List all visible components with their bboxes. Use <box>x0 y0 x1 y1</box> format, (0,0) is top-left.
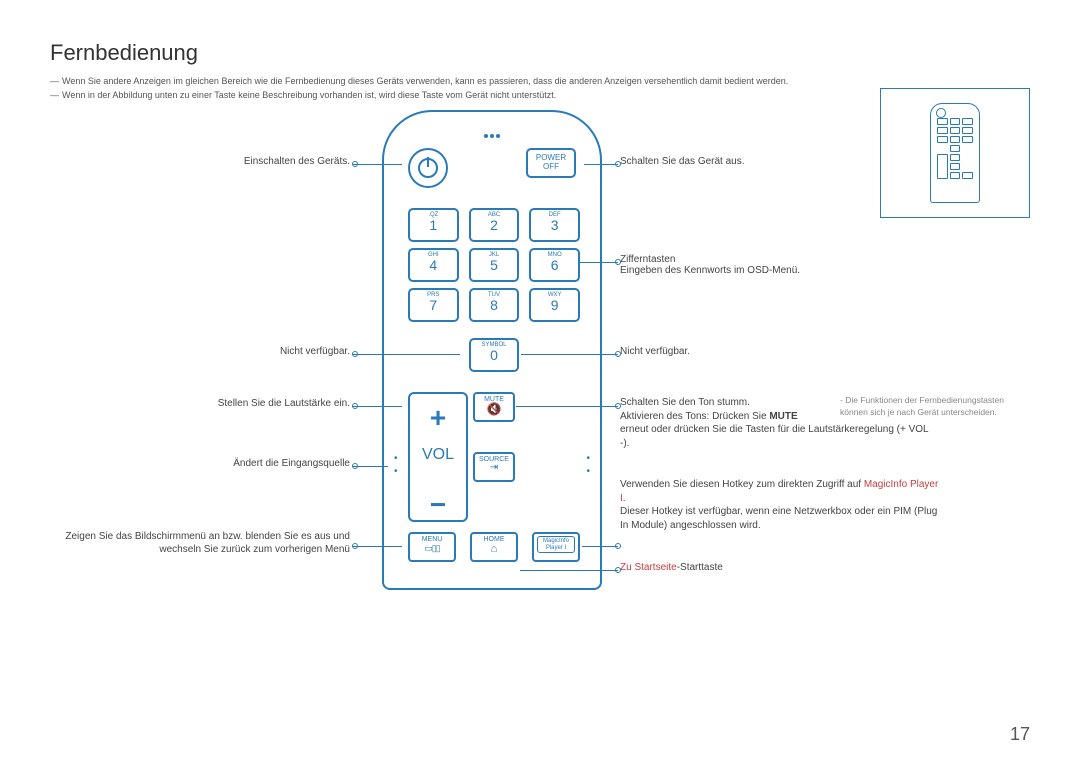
power-off-button: POWER OFF <box>526 148 576 178</box>
note-1: Wenn Sie andere Anzeigen im gleichen Ber… <box>50 76 1030 86</box>
mute-button: MUTE 🔇 <box>473 392 515 422</box>
menu-icon: ▭▯▯ <box>410 543 454 554</box>
key-5: JKL5 <box>469 248 520 282</box>
key-4: GHI4 <box>408 248 459 282</box>
volume-rocker: + VOL − <box>408 392 468 522</box>
dot-decor-left: •• <box>394 452 398 478</box>
dot-decor-right: •• <box>586 452 590 478</box>
label-volume: Stellen Sie die Lautstärke ein. <box>50 398 350 409</box>
page-number: 17 <box>1010 724 1030 745</box>
home-button: HOME ⌂ <box>470 532 518 562</box>
source-icon: ⇥ <box>475 463 513 473</box>
label-na-left: Nicht verfügbar. <box>50 346 350 357</box>
label-menu: Zeigen Sie das Bildschirmmenü an bzw. bl… <box>50 530 350 556</box>
key-6: MNO6 <box>529 248 580 282</box>
remote-body: POWER OFF .QZ1 ABC2 DEF3 GHI4 JKL5 MNO6 … <box>382 110 602 590</box>
key-9: WXY9 <box>529 288 580 322</box>
power-on-button <box>408 148 448 188</box>
key-2: ABC2 <box>469 208 520 242</box>
label-na-right: Nicht verfügbar. <box>620 346 920 357</box>
ir-led-icon <box>482 130 502 141</box>
numeric-keypad: .QZ1 ABC2 DEF3 GHI4 JKL5 MNO6 PRS7 TUV8 … <box>408 208 580 322</box>
key-8: TUV8 <box>469 288 520 322</box>
key-1: .QZ1 <box>408 208 459 242</box>
key-0: SYMBOL0 <box>469 338 519 372</box>
label-source: Ändert die Eingangsquelle <box>50 458 350 469</box>
remote-thumbnail <box>880 88 1030 218</box>
volume-label: VOL <box>410 446 466 464</box>
power-icon <box>418 158 438 178</box>
key-7: PRS7 <box>408 288 459 322</box>
label-home: Zu Startseite-Starttaste <box>620 562 920 573</box>
magicinfo-button: MagicInfo Player I <box>532 532 580 562</box>
volume-minus-icon: − <box>410 498 466 512</box>
side-note: Die Funktionen der Fernbedienungstasten … <box>840 395 1030 419</box>
page-title: Fernbedienung <box>50 40 1030 66</box>
home-icon: ⌂ <box>472 543 516 555</box>
label-power-off: Schalten Sie das Gerät aus. <box>620 156 920 167</box>
key-3: DEF3 <box>529 208 580 242</box>
label-power-on: Einschalten des Geräts. <box>50 156 350 167</box>
source-button: SOURCE ⇥ <box>473 452 515 482</box>
mute-icon: 🔇 <box>475 403 513 415</box>
label-magicinfo: Verwenden Sie diesen Hotkey zum direkten… <box>620 478 940 532</box>
label-numkeys: Zifferntasten Eingeben des Kennworts im … <box>620 254 920 276</box>
menu-button: MENU ▭▯▯ <box>408 532 456 562</box>
volume-plus-icon: + <box>410 402 466 434</box>
